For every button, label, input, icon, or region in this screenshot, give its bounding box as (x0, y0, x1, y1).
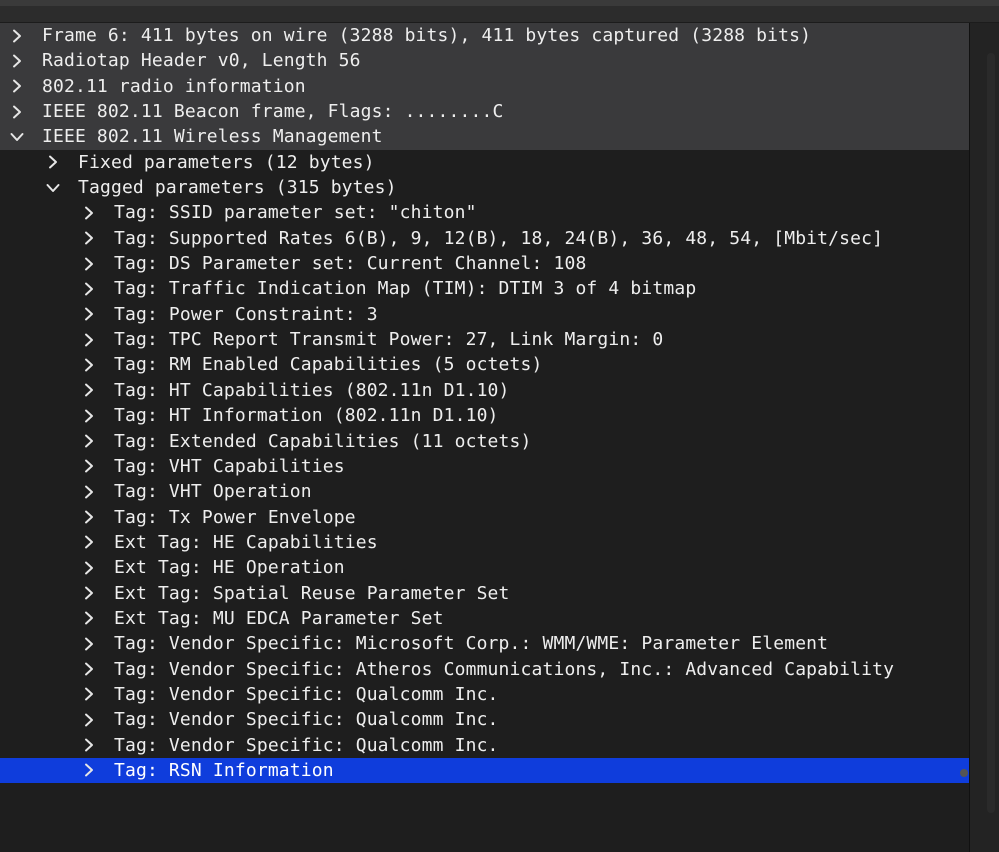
chevron-right-icon[interactable] (80, 302, 98, 327)
tree-row-label: Frame 6: 411 bytes on wire (3288 bits), … (42, 25, 812, 46)
chevron-right-icon[interactable] (80, 327, 98, 352)
tree-row-label: Tag: Vendor Specific: Qualcomm Inc. (114, 734, 499, 756)
chevron-right-icon[interactable] (80, 251, 98, 276)
tree-row[interactable]: Radiotap Header v0, Length 56 (0, 48, 969, 74)
tree-row[interactable]: Tag: HT Capabilities (802.11n D1.10) (0, 378, 969, 403)
tree-row-label: Fixed parameters (12 bytes) (78, 151, 375, 173)
tree-row-label: Tag: Tx Power Envelope (114, 506, 356, 528)
tree-row[interactable]: Ext Tag: HE Capabilities (0, 530, 969, 555)
chevron-right-icon[interactable] (80, 378, 98, 403)
tree-row-label: Tag: Vendor Specific: Atheros Communicat… (114, 658, 895, 680)
tree-row-label: Tag: Vendor Specific: Qualcomm Inc. (114, 709, 499, 731)
tree-row[interactable]: Ext Tag: HE Operation (0, 555, 969, 580)
chevron-right-icon[interactable] (80, 555, 98, 580)
tree-row[interactable]: Tag: VHT Capabilities (0, 454, 969, 479)
chevron-right-icon[interactable] (80, 606, 98, 631)
tree-row-selected[interactable]: Tag: RSN Information (0, 757, 969, 784)
tree-row-label: Radiotap Header v0, Length 56 (42, 50, 361, 72)
tree-row[interactable]: Fixed parameters (12 bytes) (0, 150, 969, 175)
tree-row[interactable]: Tag: RM Enabled Capabilities (5 octets) (0, 352, 969, 377)
chevron-right-icon[interactable] (80, 682, 98, 707)
window-top-edge (0, 0, 999, 6)
chevron-right-icon[interactable] (80, 530, 98, 555)
right-pane (969, 23, 999, 852)
tree-row[interactable]: Tag: Extended Capabilities (11 octets) (0, 429, 969, 454)
tree-row[interactable]: 802.11 radio information (0, 73, 969, 100)
window-top-strip (0, 0, 999, 22)
chevron-right-icon[interactable] (80, 479, 98, 504)
tree-row[interactable]: Tag: Power Constraint: 3 (0, 302, 969, 327)
tree-row-label: IEEE 802.11 Beacon frame, Flags: .......… (42, 101, 504, 123)
chevron-right-icon[interactable] (80, 200, 98, 225)
tree-row-label: Tag: Vendor Specific: Qualcomm Inc. (114, 683, 499, 705)
tree-row[interactable]: Tag: Vendor Specific: Qualcomm Inc. (0, 682, 969, 707)
tree-row-label: Tag: DS Parameter set: Current Channel: … (114, 253, 587, 275)
tree-row[interactable]: Ext Tag: Spatial Reuse Parameter Set (0, 581, 969, 606)
tree-row[interactable]: IEEE 802.11 Beacon frame, Flags: .......… (0, 99, 969, 125)
chevron-right-icon[interactable] (8, 48, 26, 73)
tree-row-label: Tag: RSN Information (114, 759, 334, 781)
tree-row-label: Tag: SSID parameter set: "chiton" (114, 202, 477, 224)
tree-row-label: Tag: HT Information (802.11n D1.10) (114, 405, 499, 427)
chevron-down-icon[interactable] (8, 124, 26, 149)
tree-row-label: Ext Tag: HE Capabilities (114, 531, 378, 553)
tree-row-label: Tag: Traffic Indication Map (TIM): DTIM … (114, 278, 697, 300)
scrollbar-track[interactable] (987, 53, 995, 813)
tree-row-label: Tag: Extended Capabilities (11 octets) (114, 430, 532, 452)
chevron-down-icon[interactable] (44, 175, 62, 200)
tree-row-label: Ext Tag: MU EDCA Parameter Set (114, 607, 444, 629)
scroll-indicator (960, 769, 968, 777)
tree-row-label: Tag: VHT Capabilities (114, 455, 345, 477)
chevron-right-icon[interactable] (8, 74, 26, 99)
tree-row[interactable]: Frame 6: 411 bytes on wire (3288 bits), … (0, 23, 969, 49)
tree-row-label: Tag: RM Enabled Capabilities (5 octets) (114, 354, 543, 376)
tree-row[interactable]: Tag: Supported Rates 6(B), 9, 12(B), 18,… (0, 226, 969, 251)
chevron-right-icon[interactable] (80, 226, 98, 251)
tree-row[interactable]: IEEE 802.11 Wireless Management (0, 124, 969, 150)
tree-row-label: Ext Tag: HE Operation (114, 557, 345, 579)
chevron-right-icon[interactable] (80, 403, 98, 428)
tree-row-label: Tag: VHT Operation (114, 481, 312, 503)
tree-row[interactable]: Tag: Vendor Specific: Qualcomm Inc. (0, 733, 969, 758)
tree-row[interactable]: Tag: Vendor Specific: Microsoft Corp.: W… (0, 631, 969, 656)
chevron-right-icon[interactable] (80, 352, 98, 377)
tree-row[interactable]: Tagged parameters (315 bytes) (0, 175, 969, 200)
tree-row-label: Tag: Power Constraint: 3 (114, 303, 378, 325)
chevron-right-icon[interactable] (80, 505, 98, 530)
packet-details-tree[interactable]: Frame 6: 411 bytes on wire (3288 bits), … (0, 23, 969, 852)
chevron-right-icon[interactable] (8, 99, 26, 124)
tree-row[interactable]: Tag: Vendor Specific: Qualcomm Inc. (0, 707, 969, 732)
chevron-right-icon[interactable] (80, 631, 98, 656)
tree-row[interactable]: Ext Tag: MU EDCA Parameter Set (0, 606, 969, 631)
chevron-right-icon[interactable] (80, 657, 98, 682)
tree-row[interactable]: Tag: TPC Report Transmit Power: 27, Link… (0, 327, 969, 352)
tree-row[interactable]: Tag: VHT Operation (0, 479, 969, 504)
tree-row[interactable]: Tag: Vendor Specific: Atheros Communicat… (0, 657, 969, 682)
tree-row[interactable]: Tag: DS Parameter set: Current Channel: … (0, 251, 969, 276)
chevron-right-icon[interactable] (80, 707, 98, 732)
tree-row-label: Tag: Supported Rates 6(B), 9, 12(B), 18,… (114, 227, 884, 249)
chevron-right-icon[interactable] (80, 454, 98, 479)
chevron-right-icon[interactable] (80, 758, 98, 783)
chevron-right-icon[interactable] (80, 429, 98, 454)
tree-row-label: Tag: Vendor Specific: Microsoft Corp.: W… (114, 633, 829, 655)
tree-row-label: IEEE 802.11 Wireless Management (42, 126, 383, 148)
tree-row-label: Tag: TPC Report Transmit Power: 27, Link… (114, 329, 664, 351)
tree-row-label: Ext Tag: Spatial Reuse Parameter Set (114, 582, 510, 604)
chevron-right-icon[interactable] (80, 276, 98, 301)
tree-row[interactable]: Tag: Tx Power Envelope (0, 505, 969, 530)
tree-row-label: Tagged parameters (315 bytes) (78, 177, 397, 199)
tree-row-label: 802.11 radio information (42, 75, 306, 97)
tree-row[interactable]: Tag: Traffic Indication Map (TIM): DTIM … (0, 276, 969, 301)
tree-row-label: Tag: HT Capabilities (802.11n D1.10) (114, 379, 510, 401)
chevron-right-icon[interactable] (8, 23, 26, 48)
chevron-right-icon[interactable] (80, 581, 98, 606)
chevron-right-icon[interactable] (44, 150, 62, 175)
tree-row[interactable]: Tag: SSID parameter set: "chiton" (0, 200, 969, 225)
chevron-right-icon[interactable] (80, 733, 98, 758)
tree-row[interactable]: Tag: HT Information (802.11n D1.10) (0, 403, 969, 428)
